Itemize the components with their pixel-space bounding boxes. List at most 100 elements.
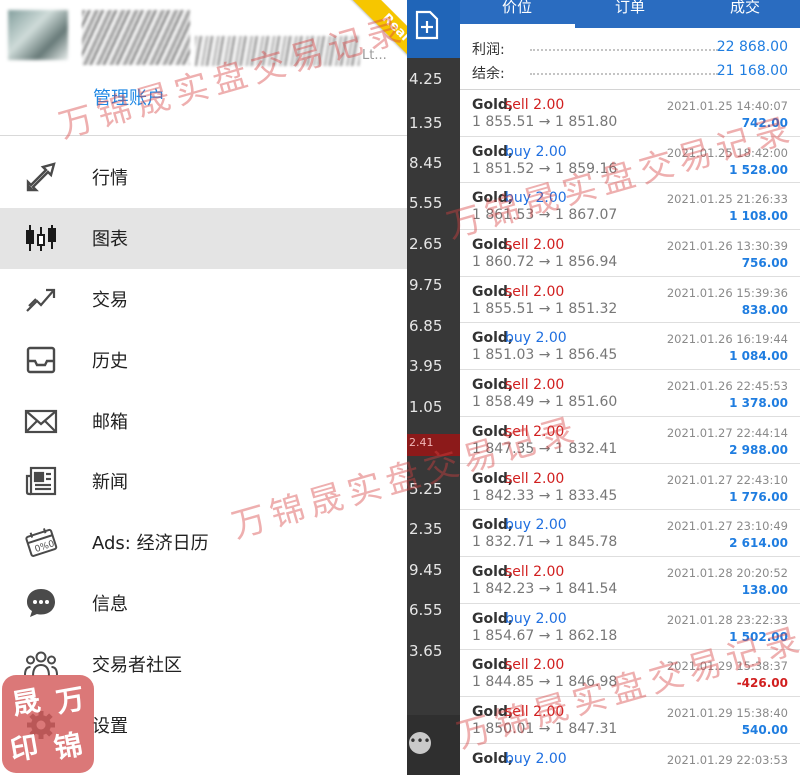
menu-item-mailbox[interactable]: 邮箱 [0,390,407,451]
trade-time: 2021.01.29 15:38:37 [666,659,788,674]
menu-item-quotes[interactable]: 行情 [0,147,407,208]
more-icon[interactable]: ••• [409,732,431,754]
quotes-arrows-icon [24,160,58,194]
trade-row[interactable]: Gold, buy 2.00 1 851.03 → 1 856.45 2021.01.… [460,323,800,371]
menu-label-quotes: 行情 [92,168,128,190]
price-cell: 1.35 [409,114,443,132]
price-cell: 3.65 [409,642,443,660]
price-cell: 8.45 [409,154,443,172]
account-header[interactable]: Lt... 管理账户 Real [0,0,407,136]
trade-action: buy 2.00 [505,143,567,160]
seal-char: 万 [53,681,87,720]
seal-char: 印 [7,729,41,768]
account-name-blurred [82,10,190,65]
trade-prices: 1 847.35 → 1 832.41 [472,440,618,457]
summary-label: 结余: [472,66,505,82]
trade-time: 2021.01.29 22:03:53 [666,752,788,767]
trade-prices: 1 851.03 → 1 856.45 [472,347,618,364]
trade-row[interactable]: Gold, sell 2.00 1 855.51 → 1 851.80 2021.01… [460,90,800,137]
trade-profit: 2 614.00 [729,536,788,551]
trade-action: buy 2.00 [505,190,567,207]
chat-icon [24,586,58,620]
tab-deals[interactable]: 成交 [730,0,760,17]
trade-action: sell 2.00 [505,470,565,487]
trade-time: 2021.01.27 22:44:14 [666,425,788,440]
trade-row[interactable]: Gold, sell 2.00 1 850.01 → 1 847.31 2021.01… [460,697,800,744]
trade-row[interactable]: Gold, buy 2.00 2021.01.29 22:03:53 [460,744,800,775]
quotes-toolbar [407,0,460,58]
menu-item-messages[interactable]: 信息 [0,573,407,634]
trade-row[interactable]: Gold, buy 2.00 1 854.67 → 1 862.18 2021.01.… [460,604,800,651]
trade-prices: 1 861.53 → 1 867.07 [472,207,618,224]
trade-action: buy 2.00 [505,750,567,767]
price-cell: 6.85 [409,317,443,335]
trade-profit: 1 776.00 [729,489,788,504]
menu-label-news: 新闻 [92,472,128,494]
trade-action: sell 2.00 [505,97,565,113]
tab-orders[interactable]: 订单 [615,0,645,17]
calendar-icon: 0%0 [24,525,58,559]
trade-row[interactable]: Gold, sell 2.00 1 860.72 → 1 856.94 2021.01… [460,230,800,277]
trade-action: sell 2.00 [505,237,565,254]
trade-row[interactable]: Gold, sell 2.00 1 844.85 → 1 846.98 2021.01… [460,650,800,697]
trade-row[interactable]: Gold, sell 2.00 1 842.23 → 1 841.54 2021.01… [460,557,800,604]
trade-prices: 1 860.72 → 1 856.94 [472,254,618,271]
trade-prices: 1 854.67 → 1 862.18 [472,627,618,644]
menu-item-charts[interactable]: 图表 [0,207,407,269]
trade-profit: 1 378.00 [729,396,788,411]
trade-row[interactable]: Gold, sell 2.00 1 855.51 → 1 851.32 2021.01… [460,277,800,324]
trade-time: 2021.01.27 23:10:49 [666,519,788,534]
trade-time: 2021.01.26 15:39:36 [666,285,788,300]
seal-stamp: 晟 万 印 锦 [2,675,94,773]
price-cell: 9.45 [409,561,443,579]
trade-chart-icon [24,282,58,316]
price-cell: 2.65 [409,235,443,253]
price-cell-highlight: 2.41 [409,436,434,449]
menu-item-history[interactable]: 历史 [0,329,407,390]
menu-item-news[interactable]: 新闻 [0,451,407,512]
trade-prices: 1 858.49 → 1 851.60 [472,394,618,411]
avatar[interactable] [8,10,68,60]
trade-profit: 1 084.00 [729,349,788,364]
mail-icon [24,404,58,438]
trade-prices: 1 855.51 → 1 851.80 [472,114,618,130]
trade-time: 2021.01.28 20:20:52 [666,565,788,580]
summary-row-profit: 利润: 22 868.00 [472,39,788,59]
menu-item-trade[interactable]: 交易 [0,269,407,330]
manage-accounts-link[interactable]: 管理账户 [93,84,165,110]
trade-action: buy 2.00 [505,610,567,627]
trade-action: sell 2.00 [505,563,565,580]
summary-value: 21 168.00 [716,63,788,79]
add-document-icon[interactable] [415,10,439,44]
tab-positions[interactable]: 价位 [502,0,532,17]
trade-time: 2021.01.25 14:40:07 [666,99,788,113]
summary-row-balance: 结余: 21 168.00 [472,63,788,83]
trade-time: 2021.01.26 16:19:44 [666,332,788,347]
trade-row[interactable]: Gold, buy 2.00 1 861.53 → 1 867.07 2021.01.… [460,183,800,231]
trade-action: buy 2.00 [505,517,567,534]
trade-action: sell 2.00 [505,377,565,394]
trade-time: 2021.01.29 15:38:40 [666,705,788,720]
trade-action: buy 2.00 [505,330,567,347]
menu-label-history: 历史 [92,350,128,372]
trade-prices: 1 842.23 → 1 841.54 [472,580,618,597]
trade-list: Gold, sell 2.00 1 855.51 → 1 851.80 2021.01… [460,90,800,775]
menu-item-economic-calendar[interactable]: 0%0 Ads: 经济日历 [0,512,407,573]
price-cell: 2.35 [409,520,443,538]
trade-profit: -426.00 [736,676,788,691]
trade-time: 2021.01.28 23:22:33 [666,612,788,627]
trade-time: 2021.01.26 13:30:39 [666,239,788,254]
trade-row[interactable]: Gold, sell 2.00 1 847.35 → 1 832.41 2021.01… [460,417,800,464]
trade-row[interactable]: Gold, sell 2.00 1 858.49 → 1 851.60 2021.01… [460,370,800,417]
menu-label-charts: 图表 [92,229,128,251]
trade-time: 2021.01.27 22:43:10 [666,472,788,487]
trade-row[interactable]: Gold, buy 2.00 1 832.71 → 1 845.78 2021.01.… [460,510,800,557]
seal-char: 晟 [9,683,43,722]
trade-row[interactable]: Gold, buy 2.00 1 851.52 → 1 859.16 2021.01.… [460,137,800,184]
account-server-blurred [195,36,360,66]
trade-profit: 1 502.00 [729,629,788,644]
trade-time: 2021.01.25 18:42:00 [666,145,788,160]
trade-time: 2021.01.25 21:26:33 [666,192,788,207]
trade-row[interactable]: Gold, sell 2.00 1 842.33 → 1 833.45 2021.01… [460,464,800,511]
candlestick-icon [24,221,58,255]
